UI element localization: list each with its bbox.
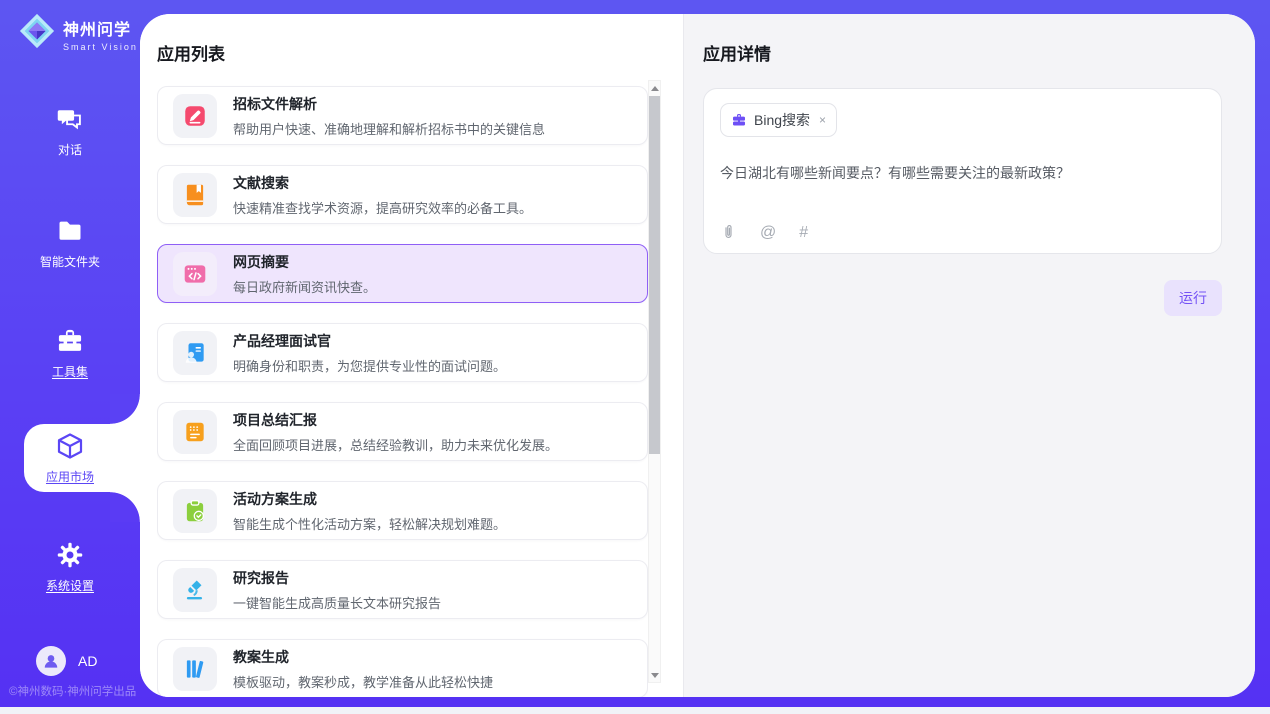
- app-card[interactable]: 研究报告 一键智能生成高质量长文本研究报告: [157, 560, 648, 619]
- scroll-down-icon[interactable]: [649, 668, 660, 682]
- app-name: 招标文件解析: [233, 94, 545, 114]
- scrollbar-thumb[interactable]: [649, 96, 660, 454]
- scroll-up-icon[interactable]: [649, 81, 660, 95]
- app-card[interactable]: 招标文件解析 帮助用户快速、准确地理解和解析招标书中的关键信息: [157, 86, 648, 145]
- app-name: 网页摘要: [233, 252, 376, 272]
- query-card[interactable]: Bing搜索 × 今日湖北有哪些新闻要点？有哪些需要关注的最新政策？ @ #: [703, 88, 1222, 254]
- app-description: 全面回顾项目进展，总结经验教训，助力未来优化发展。: [233, 435, 558, 454]
- at-mention-icon[interactable]: @: [760, 225, 776, 241]
- microscope-icon: [173, 568, 217, 612]
- app-card[interactable]: 教案生成 模板驱动，教案秒成，教学准备从此轻松快捷: [157, 639, 648, 697]
- app-description: 模板驱动，教案秒成，教学准备从此轻松快捷: [233, 672, 493, 691]
- paperclip-icon[interactable]: [720, 224, 737, 241]
- app-description: 明确身份和职责，为您提供专业性的面试问题。: [233, 356, 506, 375]
- app-description: 快速精准查找学术资源，提高研究效率的必备工具。: [233, 198, 532, 217]
- sidebar-item-label: 应用市场: [46, 468, 94, 485]
- sidebar-item-app-market[interactable]: 应用市场: [0, 431, 140, 485]
- sidebar-item-label: 系统设置: [46, 577, 94, 594]
- diamond-logo-icon: [18, 12, 56, 55]
- chat-icon: [55, 104, 85, 134]
- sidebar-item-smart-folder[interactable]: 智能文件夹: [0, 216, 140, 270]
- sidebar-item-label: 工具集: [52, 363, 88, 380]
- user-account[interactable]: AD: [36, 646, 97, 676]
- resume-person-icon: [173, 331, 217, 375]
- app-card[interactable]: 活动方案生成 智能生成个性化活动方案，轻松解决规划难题。: [157, 481, 648, 540]
- app-description: 每日政府新闻资讯快查。: [233, 277, 376, 296]
- sidebar-item-toolset[interactable]: 工具集: [0, 326, 140, 380]
- tab-fillet-top: [110, 394, 140, 424]
- app-name: 文献搜索: [233, 173, 532, 193]
- app-card-selected[interactable]: 网页摘要 每日政府新闻资讯快查。: [157, 244, 648, 303]
- tab-fillet-bottom: [110, 492, 140, 522]
- app-list-title: 应用列表: [157, 40, 225, 65]
- app-name: 产品经理面试官: [233, 331, 506, 351]
- input-toolbar: @ #: [720, 224, 1205, 241]
- books-icon: [173, 647, 217, 691]
- run-button[interactable]: 运行: [1164, 280, 1222, 316]
- app-detail-panel: 应用详情 Bing搜索 × 今日湖北有哪些新闻要点？有哪些需要关注的最新政策？ …: [683, 14, 1255, 697]
- main-panel: 应用列表 招标文件解析 帮助用户快速、准确地理解和解析招标书中的关键信息: [140, 14, 1255, 697]
- app-card[interactable]: 产品经理面试官 明确身份和职责，为您提供专业性的面试问题。: [157, 323, 648, 382]
- clipboard-check-icon: [173, 489, 217, 533]
- query-input[interactable]: 今日湖北有哪些新闻要点？有哪些需要关注的最新政策？: [720, 163, 1205, 183]
- sidebar-item-chat[interactable]: 对话: [0, 104, 140, 158]
- app-list-panel: 应用列表 招标文件解析 帮助用户快速、准确地理解和解析招标书中的关键信息: [140, 14, 683, 697]
- app-window: 神州问学 Smart Vision 对话 智能文件夹: [0, 0, 1270, 714]
- hash-icon[interactable]: #: [799, 225, 808, 241]
- scrollbar[interactable]: [648, 80, 661, 683]
- app-name: 教案生成: [233, 647, 493, 667]
- copyright-footer: ©神州数码·神州问学出品: [9, 683, 136, 699]
- sidebar-item-label: 对话: [58, 141, 82, 158]
- folder-icon: [55, 216, 85, 246]
- app-card[interactable]: 文献搜索 快速精准查找学术资源，提高研究效率的必备工具。: [157, 165, 648, 224]
- avatar: [36, 646, 66, 676]
- notepad-icon: [173, 410, 217, 454]
- app-name: 研究报告: [233, 568, 441, 588]
- close-icon[interactable]: ×: [819, 113, 826, 127]
- tool-tag-label: Bing搜索: [754, 110, 810, 130]
- app-detail-title: 应用详情: [703, 40, 1222, 65]
- app-description: 帮助用户快速、准确地理解和解析招标书中的关键信息: [233, 119, 545, 138]
- toolbox-icon: [55, 326, 85, 356]
- brand-logo: 神州问学 Smart Vision: [18, 12, 138, 55]
- sidebar-item-settings[interactable]: 系统设置: [0, 540, 140, 594]
- tool-tag-bing-search[interactable]: Bing搜索 ×: [720, 103, 837, 137]
- book-icon: [173, 173, 217, 217]
- app-name: 项目总结汇报: [233, 410, 558, 430]
- user-initials: AD: [78, 653, 97, 669]
- gear-icon: [55, 540, 85, 570]
- app-description: 一键智能生成高质量长文本研究报告: [233, 593, 441, 612]
- app-list: 招标文件解析 帮助用户快速、准确地理解和解析招标书中的关键信息 文献搜索 快速精…: [157, 80, 648, 697]
- edit-document-icon: [173, 94, 217, 138]
- run-row: 运行: [703, 280, 1222, 316]
- brand-name: 神州问学: [63, 16, 138, 40]
- sidebar-item-label: 智能文件夹: [40, 253, 100, 270]
- app-name: 活动方案生成: [233, 489, 506, 509]
- briefcase-icon: [731, 112, 747, 128]
- app-card[interactable]: 项目总结汇报 全面回顾项目进展，总结经验教训，助力未来优化发展。: [157, 402, 648, 461]
- cube-icon: [55, 431, 85, 461]
- webpage-code-icon: [173, 252, 217, 296]
- brand-subtitle: Smart Vision: [63, 42, 138, 52]
- app-description: 智能生成个性化活动方案，轻松解决规划难题。: [233, 514, 506, 533]
- sidebar: 神州问学 Smart Vision 对话 智能文件夹: [0, 0, 140, 707]
